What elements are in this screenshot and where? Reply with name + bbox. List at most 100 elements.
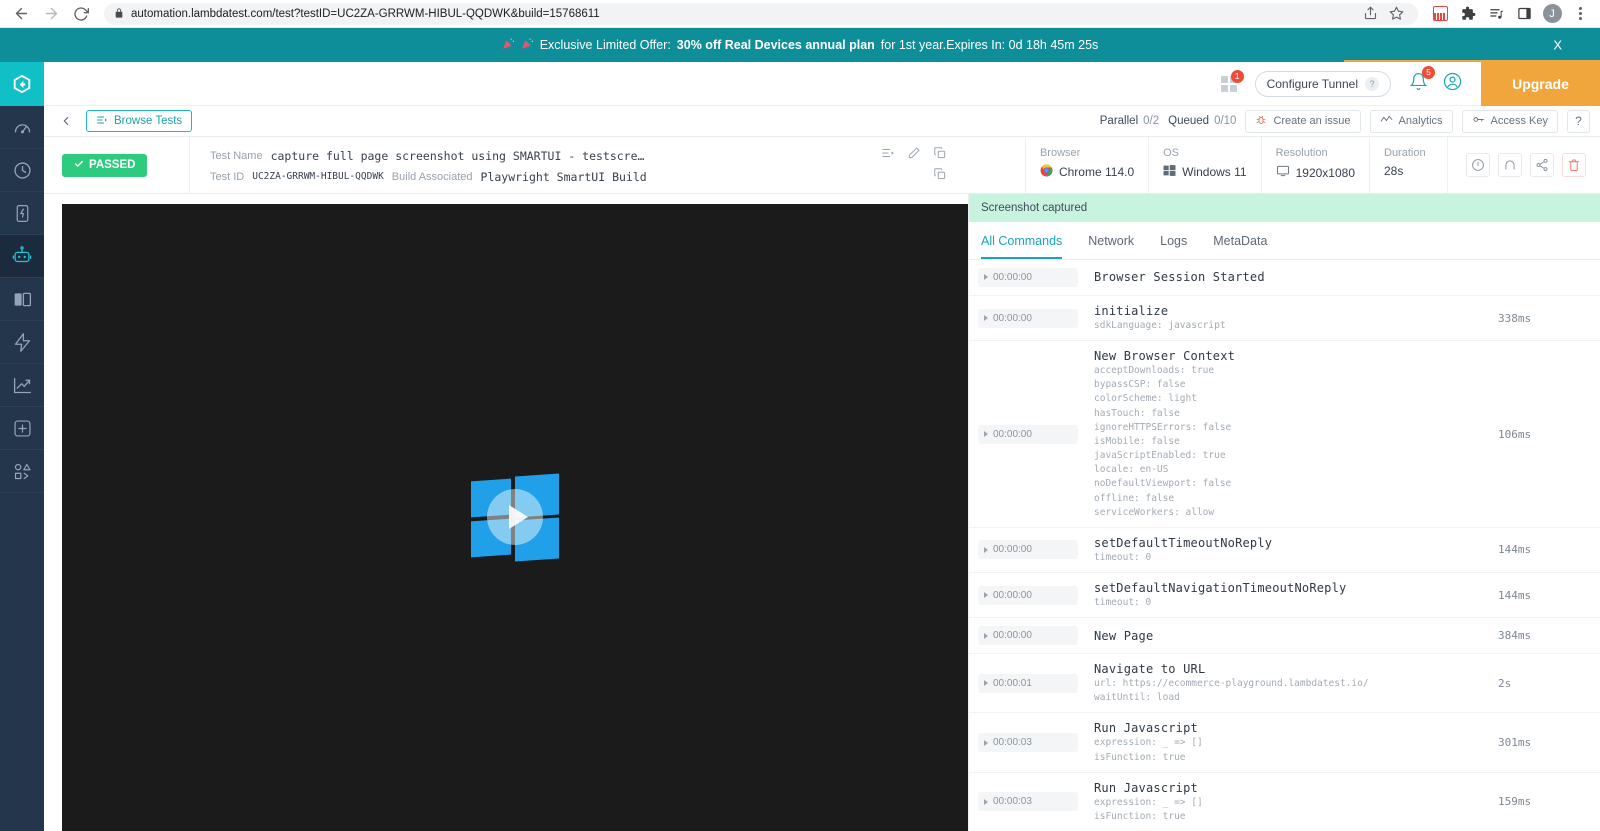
- user-account-icon[interactable]: [1442, 71, 1463, 97]
- extension-red-icon[interactable]: [1428, 2, 1452, 26]
- tab-network[interactable]: Network: [1088, 222, 1134, 259]
- command-timestamp[interactable]: 00:00:00: [978, 425, 1078, 444]
- edit-pencil-icon[interactable]: [907, 146, 921, 165]
- test-meta: Test Name capture full page screenshot u…: [189, 137, 1025, 193]
- commands-tabs: All Commands Network Logs MetaData: [969, 222, 1600, 260]
- command-timestamp[interactable]: 00:00:00: [978, 586, 1078, 605]
- close-icon[interactable]: X: [1553, 38, 1562, 53]
- delete-icon[interactable]: [1562, 153, 1586, 177]
- command-param: expression: _ => []: [1094, 797, 1490, 809]
- parallel-value: 0/2: [1143, 115, 1159, 127]
- video-player[interactable]: [62, 204, 968, 831]
- play-triangle-icon: [509, 505, 528, 529]
- command-timestamp[interactable]: 00:00:00: [978, 309, 1078, 328]
- command-row[interactable]: 00:00:00New Page384ms: [969, 618, 1600, 654]
- sidebar-item-logo[interactable]: [0, 62, 44, 106]
- command-row[interactable]: 00:00:03 Run Javascriptexpression: _ => […: [969, 713, 1600, 772]
- help-icon[interactable]: ?: [1365, 77, 1379, 91]
- command-param: url: https://ecommerce-playground.lambda…: [1094, 678, 1490, 690]
- kebab-menu-icon[interactable]: [1568, 2, 1592, 26]
- side-panel-icon[interactable]: [1512, 2, 1536, 26]
- command-timestamp[interactable]: 00:00:00: [978, 626, 1078, 645]
- env-browser: Browser Chrome 114.0: [1025, 137, 1148, 193]
- command-time-text: 00:00:00: [993, 590, 1032, 601]
- command-param: isMobile: false: [1094, 436, 1490, 448]
- test-id-value: UC2ZA-GRRWM-HIBUL-QQDWK: [252, 171, 384, 182]
- share-icon[interactable]: [1530, 153, 1554, 177]
- help-button[interactable]: ?: [1567, 110, 1590, 133]
- test-actions: [1447, 137, 1600, 193]
- command-duration: 106ms: [1490, 428, 1600, 441]
- analytics-button[interactable]: Analytics: [1370, 110, 1453, 133]
- sidebar-item-add-new[interactable]: [0, 407, 44, 450]
- command-timestamp[interactable]: 00:00:00: [978, 540, 1078, 559]
- magnet-icon[interactable]: [1498, 153, 1522, 177]
- command-time-text: 00:00:03: [993, 796, 1032, 807]
- command-row[interactable]: 00:00:00New Browser ContextacceptDownloa…: [969, 341, 1600, 528]
- upgrade-button[interactable]: Upgrade: [1481, 62, 1600, 106]
- command-row[interactable]: 00:00:03Run Javascriptexpression: _ => […: [969, 773, 1600, 831]
- sidebar-item-realtime[interactable]: [0, 149, 44, 192]
- sidebar-item-smart-ui[interactable]: [0, 278, 44, 321]
- command-timestamp[interactable]: 00:00:00: [978, 268, 1078, 287]
- reload-icon[interactable]: [68, 1, 94, 27]
- command-body: Run Javascriptexpression: _ => []isFunct…: [1078, 721, 1490, 763]
- expand-caret-icon[interactable]: [984, 740, 988, 746]
- browse-tests-button[interactable]: Browse Tests: [86, 110, 192, 132]
- env-duration-value: 28s: [1384, 164, 1433, 178]
- reading-list-icon[interactable]: [1484, 2, 1508, 26]
- test-header: PASSED Test Name capture full page scree…: [44, 137, 1600, 194]
- copy-icon-2[interactable]: [933, 167, 947, 186]
- profile-avatar[interactable]: J: [1540, 2, 1564, 26]
- notifications-bell-icon[interactable]: 5: [1409, 72, 1428, 96]
- lock-icon: [114, 5, 124, 23]
- sidebar-item-integrations[interactable]: [0, 450, 44, 493]
- command-row[interactable]: 00:00:00 setDefaultNavigationTimeoutNoRep…: [969, 573, 1600, 618]
- sidebar-item-dashboard[interactable]: [0, 106, 44, 149]
- build-value: Playwright SmartUI Build: [481, 170, 647, 184]
- back-icon[interactable]: [8, 1, 34, 27]
- info-icon[interactable]: [1466, 153, 1490, 177]
- command-time-text: 00:00:03: [993, 737, 1032, 748]
- command-timestamp[interactable]: 00:00:01: [978, 674, 1078, 693]
- command-list[interactable]: 00:00:00Browser Session Started00:00:00i…: [969, 260, 1600, 831]
- tab-logs[interactable]: Logs: [1160, 222, 1187, 259]
- command-timestamp[interactable]: 00:00:03: [978, 792, 1078, 811]
- expand-caret-icon[interactable]: [984, 431, 988, 437]
- sidebar-item-hyperexecute[interactable]: [0, 321, 44, 364]
- forward-icon[interactable]: [38, 1, 64, 27]
- puzzle-extension-icon[interactable]: [1456, 2, 1480, 26]
- bookmark-star-icon[interactable]: [1384, 2, 1408, 26]
- command-row[interactable]: 00:00:00initializesdkLanguage: javascrip…: [969, 296, 1600, 341]
- apps-grid-icon[interactable]: 1: [1221, 76, 1237, 92]
- configure-tunnel-button[interactable]: Configure Tunnel ?: [1255, 71, 1391, 97]
- expand-caret-icon[interactable]: [984, 680, 988, 686]
- sidebar-item-analytics[interactable]: [0, 364, 44, 407]
- expand-caret-icon[interactable]: [984, 547, 988, 553]
- back-chevron-icon[interactable]: [56, 111, 76, 131]
- access-key-button[interactable]: Access Key: [1462, 110, 1558, 133]
- expand-caret-icon[interactable]: [984, 633, 988, 639]
- command-duration: 144ms: [1490, 543, 1600, 556]
- sidebar-item-automation[interactable]: [0, 235, 44, 278]
- logs-icon[interactable]: [881, 146, 895, 165]
- expand-caret-icon[interactable]: [984, 274, 988, 280]
- copy-icon[interactable]: [933, 146, 947, 165]
- env-duration-label: Duration: [1384, 147, 1433, 159]
- play-button[interactable]: [487, 489, 543, 545]
- command-row[interactable]: 00:00:00Browser Session Started: [969, 260, 1600, 296]
- command-timestamp[interactable]: 00:00:03: [978, 733, 1078, 752]
- command-title: setDefaultNavigationTimeoutNoReply: [1094, 581, 1490, 595]
- sidebar-item-app-testing[interactable]: [0, 192, 44, 235]
- command-row[interactable]: 00:00:00setDefaultTimeoutNoReplytimeout:…: [969, 528, 1600, 573]
- command-row[interactable]: 00:00:01Navigate to URLurl: https://ecom…: [969, 654, 1600, 713]
- address-bar[interactable]: automation.lambdatest.com/test?testID=UC…: [104, 3, 1418, 25]
- share-icon[interactable]: [1358, 2, 1382, 26]
- expand-caret-icon[interactable]: [984, 799, 988, 805]
- create-issue-button[interactable]: Create an issue: [1245, 110, 1360, 133]
- expand-caret-icon[interactable]: [984, 592, 988, 598]
- tab-metadata[interactable]: MetaData: [1213, 222, 1267, 259]
- command-param: timeout: 0: [1094, 597, 1490, 609]
- tab-all-commands[interactable]: All Commands: [981, 222, 1062, 259]
- expand-caret-icon[interactable]: [984, 315, 988, 321]
